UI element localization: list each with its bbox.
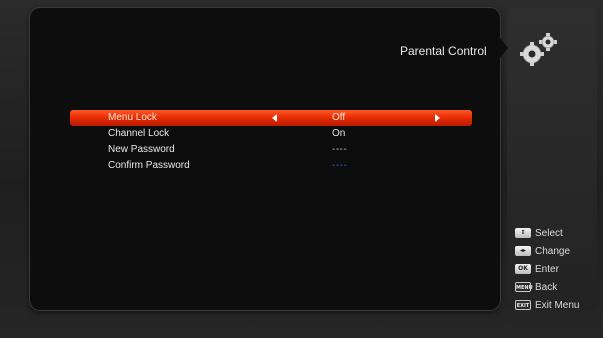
- new-password-row[interactable]: New Password ----: [70, 142, 472, 158]
- help-change-label: Change: [535, 245, 571, 257]
- page-title: Parental Control: [400, 44, 487, 58]
- confirm-password-label: Confirm Password: [108, 160, 190, 171]
- arrow-right-icon[interactable]: [435, 114, 440, 122]
- settings-list: Menu Lock Off Channel Lock On New Passwo…: [70, 110, 472, 174]
- exit-key-icon: EXIT: [515, 300, 531, 310]
- updown-key-icon: ⇕: [515, 228, 531, 238]
- channel-lock-row[interactable]: Channel Lock On: [70, 126, 472, 142]
- leftright-key-icon: ◂▸: [515, 246, 531, 256]
- menu-lock-value[interactable]: Off: [332, 110, 345, 126]
- help-enter: OK Enter: [515, 260, 600, 278]
- help-exit-label: Exit Menu: [535, 299, 580, 311]
- channel-lock-label: Channel Lock: [108, 128, 170, 139]
- help-enter-label: Enter: [535, 263, 559, 275]
- gear-icon: [520, 33, 557, 66]
- channel-lock-value[interactable]: On: [332, 126, 345, 142]
- help-change: ◂▸ Change: [515, 242, 600, 260]
- help-select: ⇕ Select: [515, 224, 600, 242]
- arrow-left-icon[interactable]: [272, 114, 277, 122]
- help-select-label: Select: [535, 227, 563, 239]
- confirm-password-row[interactable]: Confirm Password ----: [70, 158, 472, 174]
- menu-lock-label: Menu Lock: [108, 112, 157, 123]
- new-password-label: New Password: [108, 144, 175, 155]
- help-back-label: Back: [535, 281, 558, 293]
- help-back: MENU Back: [515, 278, 600, 296]
- confirm-password-field[interactable]: ----: [332, 158, 347, 174]
- menu-key-icon: MENU: [515, 282, 533, 292]
- help-legend: ⇕ Select ◂▸ Change OK Enter MENU Back EX…: [515, 224, 600, 314]
- help-exit: EXIT Exit Menu: [515, 296, 600, 314]
- menu-lock-row[interactable]: Menu Lock Off: [70, 110, 472, 126]
- ok-key-icon: OK: [515, 264, 531, 274]
- new-password-field[interactable]: ----: [332, 142, 347, 158]
- panel-notch: [500, 38, 508, 58]
